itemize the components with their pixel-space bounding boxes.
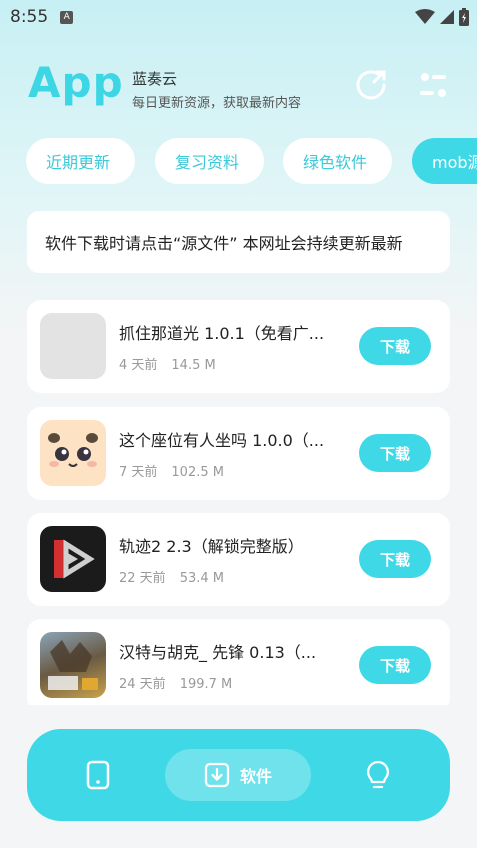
nav-phone[interactable] — [73, 729, 123, 821]
app-age: 4 天前 — [119, 358, 158, 373]
nav-software[interactable]: 软件 — [165, 749, 311, 801]
tab-mob[interactable]: mob源 — [412, 138, 477, 184]
app-age: 7 天前 — [119, 465, 158, 480]
phone-icon — [86, 760, 110, 790]
app-meta: 7 天前 102.5 M — [119, 461, 224, 480]
app-meta: 24 天前 199.7 M — [119, 673, 232, 692]
app-title: 抓住那道光 1.0.1（免看广... — [119, 324, 325, 343]
download-button[interactable]: 下载 — [359, 540, 431, 578]
app-size: 102.5 M — [171, 465, 224, 480]
app-thumbnail-game — [40, 632, 106, 698]
app-list: 抓住那道光 1.0.1（免看广... 4 天前 14.5 M 下载 这个座位有人坐… — [27, 300, 450, 705]
battery-icon — [459, 8, 469, 26]
download-icon — [204, 762, 230, 788]
app-thumbnail-face — [40, 420, 106, 486]
app-size: 53.4 M — [179, 571, 224, 586]
status-time: 8:55 — [10, 7, 49, 27]
app-size: 14.5 M — [171, 358, 216, 373]
nav-software-label: 软件 — [239, 767, 272, 786]
app-logo: App — [28, 58, 124, 107]
tab-recent[interactable]: 近期更新 — [26, 138, 135, 184]
notice-banner: 软件下载时请点击“源文件” 本网址会持续更新最新 — [27, 211, 450, 273]
app-meta: 4 天前 14.5 M — [119, 354, 216, 373]
app-age: 24 天前 — [119, 677, 166, 692]
wifi-icon — [415, 9, 435, 24]
notice-text: 软件下载时请点击“源文件” 本网址会持续更新最新 — [45, 234, 403, 253]
app-name: 蓝奏云 — [132, 70, 178, 88]
trajectory-logo-icon — [54, 539, 95, 579]
nav-ideas[interactable] — [353, 729, 403, 821]
download-button[interactable]: 下载 — [359, 327, 431, 365]
lightbulb-icon — [366, 760, 390, 789]
notification-icon: A — [60, 10, 74, 24]
refresh-icon[interactable] — [354, 68, 388, 102]
bottom-nav: 软件 — [27, 729, 450, 821]
app-title: 这个座位有人坐吗 1.0.0（... — [119, 431, 325, 450]
download-button[interactable]: 下载 — [359, 646, 431, 684]
app-subtitle: 每日更新资源，获取最新内容 — [132, 96, 302, 111]
app-meta: 22 天前 53.4 M — [119, 567, 224, 586]
list-item[interactable]: 抓住那道光 1.0.1（免看广... 4 天前 14.5 M 下载 — [27, 300, 450, 393]
tab-review[interactable]: 复习资料 — [155, 138, 264, 184]
download-button[interactable]: 下载 — [359, 434, 431, 472]
status-icons — [415, 8, 469, 26]
game-art-icon — [48, 640, 98, 690]
signal-icon — [440, 10, 454, 24]
app-age: 22 天前 — [119, 571, 166, 586]
app-thumbnail-placeholder — [40, 313, 106, 379]
app-thumbnail-logo — [40, 526, 106, 592]
filter-icon[interactable] — [416, 68, 450, 102]
list-item[interactable]: 这个座位有人坐吗 1.0.0（... 7 天前 102.5 M 下载 — [27, 407, 450, 500]
face-icon — [48, 433, 98, 467]
status-bar: 8:55 A — [0, 0, 477, 34]
app-title: 轨迹2 2.3（解锁完整版） — [119, 537, 304, 556]
app-header: App 蓝奏云 每日更新资源，获取最新内容 — [28, 56, 458, 116]
list-item[interactable]: 汉特与胡克_ 先锋 0.13（... 24 天前 199.7 M 下载 — [27, 619, 450, 705]
app-title: 汉特与胡克_ 先锋 0.13（... — [119, 643, 317, 662]
list-item[interactable]: 轨迹2 2.3（解锁完整版） 22 天前 53.4 M 下载 — [27, 513, 450, 606]
app-size: 199.7 M — [179, 677, 233, 692]
tab-green-software[interactable]: 绿色软件 — [283, 138, 392, 184]
category-tabs: 近期更新 复习资料 绿色软件 mob源 — [26, 138, 477, 184]
